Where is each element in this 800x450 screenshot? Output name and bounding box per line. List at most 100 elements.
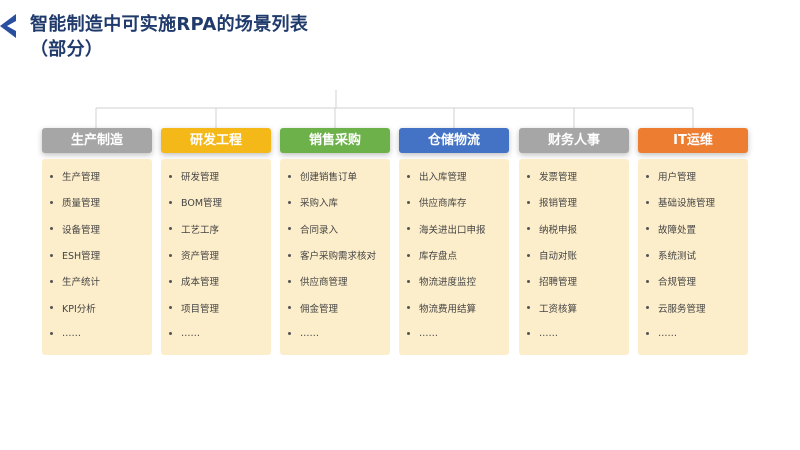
list-item: 佣金管理 xyxy=(288,294,382,320)
list-item: ESH管理 xyxy=(50,242,144,268)
column-header: 生产制造 xyxy=(42,128,152,153)
list-item: …… xyxy=(407,321,501,347)
list-item: 生产统计 xyxy=(50,268,144,294)
bullet-icon xyxy=(646,332,649,336)
list-item-label: …… xyxy=(419,328,438,340)
column-finance-hr: 财务人事 发票管理 报销管理 纳税申报 自动对账 招聘管理 工资核算 …… xyxy=(519,128,629,355)
bullet-icon xyxy=(169,174,172,178)
list-item: …… xyxy=(50,321,144,347)
list-item-label: 物流进度监控 xyxy=(419,277,477,289)
list-item: 物流进度监控 xyxy=(407,268,501,294)
list-item-label: 客户采购需求核对 xyxy=(300,251,377,263)
list-item-label: KPI分析 xyxy=(62,303,96,315)
bullet-icon xyxy=(169,279,172,283)
page-title-line2: （部分） xyxy=(30,39,104,60)
bullet-icon xyxy=(288,306,291,310)
list-item: 云服务管理 xyxy=(646,294,740,320)
bullet-icon xyxy=(407,227,410,231)
bullet-icon xyxy=(288,332,291,336)
list-item-label: 系统测试 xyxy=(658,251,697,263)
bullet-icon xyxy=(527,200,530,204)
list-item-label: 佣金管理 xyxy=(300,303,339,315)
bullet-icon xyxy=(50,227,53,231)
list-item: 报销管理 xyxy=(527,189,621,215)
bullet-icon xyxy=(407,279,410,283)
bullet-icon xyxy=(407,306,410,310)
logo-chevron-shape xyxy=(0,14,16,38)
list-item-label: 生产管理 xyxy=(62,172,101,184)
list-item: …… xyxy=(527,321,621,347)
list-item-label: 质量管理 xyxy=(62,198,101,210)
list-item-label: …… xyxy=(658,328,677,340)
column-header: IT运维 xyxy=(638,128,748,153)
list-item-label: BOM管理 xyxy=(181,198,223,210)
column-card: 发票管理 报销管理 纳税申报 自动对账 招聘管理 工资核算 …… xyxy=(519,159,629,355)
list-item-label: 故障处置 xyxy=(658,224,697,236)
list-item: 用户管理 xyxy=(646,163,740,189)
list-item: BOM管理 xyxy=(169,189,263,215)
column-card: 出入库管理 供应商库存 海关进出口申报 库存盘点 物流进度监控 物流费用结算 …… xyxy=(399,159,509,355)
list-item-label: 供应商库存 xyxy=(419,198,467,210)
list-item: 系统测试 xyxy=(646,242,740,268)
bullet-icon xyxy=(646,200,649,204)
page-title-line1: 智能制造中可实施RPA的场景列表 xyxy=(30,14,309,35)
bullet-icon xyxy=(527,306,530,310)
list-item: 库存盘点 xyxy=(407,242,501,268)
list-item-label: ESH管理 xyxy=(62,251,101,263)
list-item-label: 库存盘点 xyxy=(419,251,458,263)
list-item-label: 物流费用结算 xyxy=(419,303,477,315)
column-sales-purchasing: 销售采购 创建销售订单 采购入库 合同录入 客户采购需求核对 供应商管理 佣金管… xyxy=(280,128,390,355)
bullet-icon xyxy=(50,174,53,178)
column-header: 研发工程 xyxy=(161,128,271,153)
bullet-icon xyxy=(407,332,410,336)
bullet-icon xyxy=(407,253,410,257)
column-it-operations: IT运维 用户管理 基础设施管理 故障处置 系统测试 合规管理 云服务管理 …… xyxy=(638,128,748,355)
list-item-label: 项目管理 xyxy=(181,303,220,315)
list-item-label: 工艺工序 xyxy=(181,224,220,236)
list-item: 发票管理 xyxy=(527,163,621,189)
list-item: 采购入库 xyxy=(288,189,382,215)
bullet-icon xyxy=(288,200,291,204)
bullet-icon xyxy=(169,227,172,231)
list-item: 出入库管理 xyxy=(407,163,501,189)
column-header: 仓储物流 xyxy=(399,128,509,153)
bullet-icon xyxy=(646,227,649,231)
list-item: 合同录入 xyxy=(288,216,382,242)
list-item-label: …… xyxy=(181,328,200,340)
list-item-label: 成本管理 xyxy=(181,277,220,289)
list-item-label: …… xyxy=(300,328,319,340)
column-production: 生产制造 生产管理 质量管理 设备管理 ESH管理 生产统计 KPI分析 …… xyxy=(42,128,152,355)
bullet-icon xyxy=(288,227,291,231)
list-item-label: 研发管理 xyxy=(181,172,220,184)
list-item-label: …… xyxy=(539,328,558,340)
bullet-icon xyxy=(527,253,530,257)
column-rnd: 研发工程 研发管理 BOM管理 工艺工序 资产管理 成本管理 项目管理 …… xyxy=(161,128,271,355)
column-card: 创建销售订单 采购入库 合同录入 客户采购需求核对 供应商管理 佣金管理 …… xyxy=(280,159,390,355)
list-item-label: 纳税申报 xyxy=(539,224,578,236)
list-item: 物流费用结算 xyxy=(407,294,501,320)
column-card: 研发管理 BOM管理 工艺工序 资产管理 成本管理 项目管理 …… xyxy=(161,159,271,355)
list-item-label: 海关进出口申报 xyxy=(419,224,486,236)
list-item: 纳税申报 xyxy=(527,216,621,242)
page-title: 智能制造中可实施RPA的场景列表 （部分） xyxy=(30,12,308,62)
list-item-label: 创建销售订单 xyxy=(300,172,358,184)
bullet-icon xyxy=(50,253,53,257)
list-item-label: 设备管理 xyxy=(62,224,101,236)
bullet-icon xyxy=(288,253,291,257)
list-item: 设备管理 xyxy=(50,216,144,242)
list-item: 招聘管理 xyxy=(527,268,621,294)
column-card: 生产管理 质量管理 设备管理 ESH管理 生产统计 KPI分析 …… xyxy=(42,159,152,355)
list-item: 研发管理 xyxy=(169,163,263,189)
list-item: 海关进出口申报 xyxy=(407,216,501,242)
list-item: 生产管理 xyxy=(50,163,144,189)
bullet-icon xyxy=(646,306,649,310)
list-item: 工艺工序 xyxy=(169,216,263,242)
bullet-icon xyxy=(288,174,291,178)
list-item: KPI分析 xyxy=(50,294,144,320)
list-item-label: 基础设施管理 xyxy=(658,198,716,210)
list-item-label: 供应商管理 xyxy=(300,277,348,289)
list-item: …… xyxy=(288,321,382,347)
list-item-label: 云服务管理 xyxy=(658,303,706,315)
logo-chevron-icon xyxy=(0,14,16,38)
list-item: 自动对账 xyxy=(527,242,621,268)
